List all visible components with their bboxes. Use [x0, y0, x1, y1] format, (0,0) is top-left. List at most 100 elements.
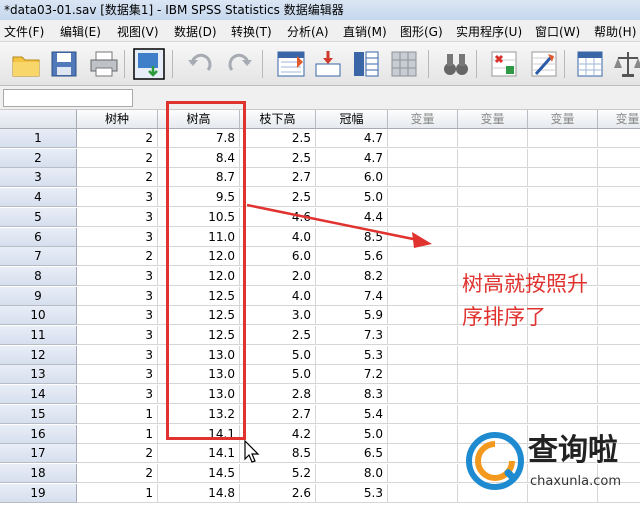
data-cell[interactable]: 3 — [77, 326, 158, 345]
menu-item-9[interactable]: 窗口(W) — [535, 23, 580, 40]
data-cell[interactable]: 7.4 — [316, 287, 388, 306]
data-cell[interactable]: 13.2 — [158, 405, 240, 424]
data-cell[interactable] — [458, 228, 528, 247]
data-cell[interactable]: 7.8 — [158, 129, 240, 148]
data-cell[interactable]: 14.1 — [158, 425, 240, 444]
data-cell[interactable]: 2.7 — [240, 405, 316, 424]
row-number[interactable]: 7 — [0, 247, 77, 266]
data-cell[interactable] — [528, 129, 598, 148]
data-cell[interactable]: 3 — [77, 346, 158, 365]
data-cell[interactable] — [458, 168, 528, 187]
data-cell[interactable]: 5.0 — [240, 365, 316, 384]
data-cell[interactable]: 3 — [77, 208, 158, 227]
data-cell[interactable] — [598, 228, 640, 247]
data-cell[interactable] — [598, 365, 640, 384]
data-cell[interactable] — [388, 425, 458, 444]
data-cell[interactable] — [388, 149, 458, 168]
data-cell[interactable]: 2.6 — [240, 484, 316, 503]
select-cases-icon[interactable] — [574, 48, 606, 80]
column-header[interactable]: 树高 — [158, 110, 240, 129]
data-cell[interactable]: 2 — [77, 444, 158, 463]
data-cell[interactable]: 4.4 — [316, 208, 388, 227]
data-cell[interactable]: 2 — [77, 129, 158, 148]
data-cell[interactable]: 5.2 — [240, 464, 316, 483]
menu-item-1[interactable]: 编辑(E) — [60, 23, 101, 40]
row-number[interactable]: 13 — [0, 365, 77, 384]
data-cell[interactable]: 14.5 — [158, 464, 240, 483]
data-cell[interactable] — [388, 247, 458, 266]
goto-variable-icon[interactable] — [312, 48, 344, 80]
row-number[interactable]: 18 — [0, 464, 77, 483]
data-cell[interactable]: 2 — [77, 247, 158, 266]
data-cell[interactable]: 2.8 — [240, 385, 316, 404]
data-cell[interactable] — [458, 405, 528, 424]
data-cell[interactable] — [528, 168, 598, 187]
data-cell[interactable]: 12.5 — [158, 287, 240, 306]
data-cell[interactable] — [388, 287, 458, 306]
data-cell[interactable]: 4.7 — [316, 129, 388, 148]
print-icon[interactable] — [88, 48, 120, 80]
data-cell[interactable] — [388, 444, 458, 463]
data-cell[interactable] — [528, 188, 598, 207]
data-cell[interactable] — [458, 149, 528, 168]
redo-icon[interactable] — [224, 48, 256, 80]
data-cell[interactable]: 9.5 — [158, 188, 240, 207]
row-number[interactable]: 15 — [0, 405, 77, 424]
data-cell[interactable]: 4.0 — [240, 287, 316, 306]
data-cell[interactable] — [598, 346, 640, 365]
data-cell[interactable]: 4.7 — [316, 149, 388, 168]
row-number[interactable]: 12 — [0, 346, 77, 365]
insert-cases-icon[interactable] — [488, 48, 520, 80]
row-number[interactable]: 19 — [0, 484, 77, 503]
row-number[interactable]: 8 — [0, 267, 77, 286]
data-cell[interactable]: 2 — [77, 168, 158, 187]
data-cell[interactable]: 10.5 — [158, 208, 240, 227]
column-header[interactable]: 冠幅 — [316, 110, 388, 129]
data-cell[interactable]: 14.8 — [158, 484, 240, 503]
column-header[interactable]: 变量 — [528, 110, 598, 129]
data-cell[interactable] — [528, 149, 598, 168]
data-cell[interactable] — [528, 247, 598, 266]
data-cell[interactable]: 4.0 — [240, 228, 316, 247]
data-cell[interactable] — [598, 247, 640, 266]
data-cell[interactable]: 7.3 — [316, 326, 388, 345]
row-number[interactable]: 10 — [0, 306, 77, 325]
data-cell[interactable]: 11.0 — [158, 228, 240, 247]
data-cell[interactable]: 1 — [77, 425, 158, 444]
data-cell[interactable]: 3 — [77, 287, 158, 306]
data-cell[interactable]: 6.0 — [316, 168, 388, 187]
data-cell[interactable]: 5.9 — [316, 306, 388, 325]
data-cell[interactable] — [388, 484, 458, 503]
menu-item-10[interactable]: 帮助(H) — [594, 23, 636, 40]
data-cell[interactable]: 3 — [77, 306, 158, 325]
data-cell[interactable] — [598, 385, 640, 404]
data-cell[interactable] — [528, 346, 598, 365]
data-cell[interactable] — [388, 168, 458, 187]
row-number[interactable]: 1 — [0, 129, 77, 148]
data-cell[interactable] — [528, 405, 598, 424]
row-number[interactable]: 3 — [0, 168, 77, 187]
data-cell[interactable] — [388, 464, 458, 483]
row-number[interactable]: 6 — [0, 228, 77, 247]
weight-cases-icon[interactable] — [612, 48, 640, 80]
data-cell[interactable]: 5.3 — [316, 484, 388, 503]
data-cell[interactable] — [598, 129, 640, 148]
data-cell[interactable]: 6.0 — [240, 247, 316, 266]
data-cell[interactable]: 8.2 — [316, 267, 388, 286]
menu-item-5[interactable]: 分析(A) — [287, 23, 329, 40]
data-cell[interactable] — [388, 306, 458, 325]
data-cell[interactable]: 13.0 — [158, 385, 240, 404]
data-cell[interactable] — [388, 267, 458, 286]
data-cell[interactable]: 2 — [77, 149, 158, 168]
data-cell[interactable]: 1 — [77, 405, 158, 424]
column-header[interactable]: 枝下高 — [240, 110, 316, 129]
data-cell[interactable]: 5.3 — [316, 346, 388, 365]
menu-item-0[interactable]: 文件(F) — [4, 23, 44, 40]
menu-item-2[interactable]: 视图(V) — [117, 23, 159, 40]
row-number[interactable]: 4 — [0, 188, 77, 207]
data-cell[interactable] — [528, 228, 598, 247]
data-cell[interactable]: 2.5 — [240, 129, 316, 148]
row-number[interactable]: 16 — [0, 425, 77, 444]
menu-item-3[interactable]: 数据(D) — [174, 23, 217, 40]
row-number[interactable]: 5 — [0, 208, 77, 227]
